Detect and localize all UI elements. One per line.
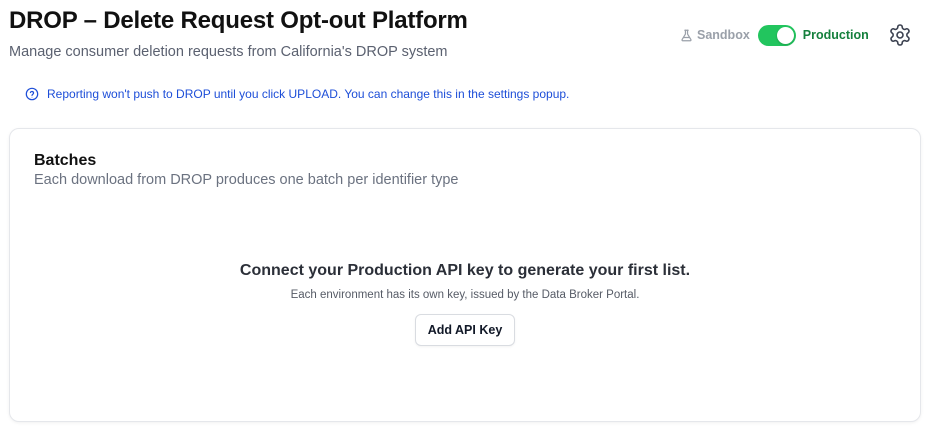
page-subtitle: Manage consumer deletion requests from C… (9, 44, 448, 60)
notice-text: Reporting won't push to DROP until you c… (47, 87, 570, 101)
environment-toggle[interactable] (757, 24, 796, 46)
sandbox-label: Sandbox (697, 28, 750, 42)
batches-subtitle: Each download from DROP produces one bat… (34, 172, 459, 188)
empty-state-hint: Each environment has its own key, issued… (290, 289, 640, 301)
production-label[interactable]: Production (803, 28, 869, 42)
sandbox-option[interactable]: Sandbox (680, 28, 750, 42)
batches-card: Batches Each download from DROP produces… (9, 128, 921, 422)
batches-title: Batches (34, 152, 97, 169)
add-api-key-button[interactable]: Add API Key (414, 314, 516, 346)
page-title: DROP – Delete Request Opt-out Platform (9, 7, 468, 34)
environment-switch: Sandbox Production (680, 24, 869, 46)
drop-page: DROP – Delete Request Opt-out Platform M… (0, 0, 930, 432)
gear-icon[interactable] (888, 23, 912, 47)
upload-notice: Reporting won't push to DROP until you c… (25, 87, 569, 101)
toggle-knob (776, 26, 794, 44)
empty-state: Connect your Production API key to gener… (10, 262, 920, 346)
info-icon (25, 87, 39, 101)
flask-icon (681, 29, 692, 41)
empty-state-heading: Connect your Production API key to gener… (239, 262, 691, 279)
